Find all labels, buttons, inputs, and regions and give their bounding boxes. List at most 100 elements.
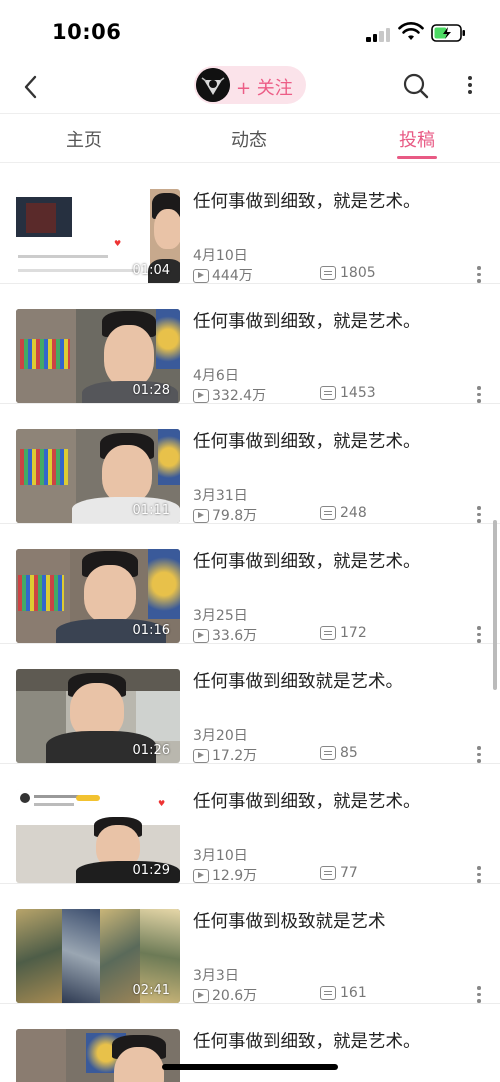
video-thumbnail[interactable]: 02:41 xyxy=(16,909,180,1003)
comment-icon xyxy=(320,266,336,280)
video-duration: 01:26 xyxy=(132,743,170,758)
video-item[interactable]: 01:11 任何事做到细致，就是艺术。 3月31日 79.8万 248 xyxy=(0,404,500,524)
kebab-icon[interactable] xyxy=(474,384,484,404)
comment-icon xyxy=(320,386,336,400)
tab-submissions[interactable]: 投稿 xyxy=(399,126,435,152)
play-count: 12.9万 xyxy=(193,865,257,885)
video-duration: 01:29 xyxy=(132,863,170,878)
video-item[interactable]: 01:26 任何事做到细致就是艺术。 3月20日 17.2万 85 xyxy=(0,644,500,764)
video-date: 3月25日 xyxy=(193,608,248,624)
video-title: 任何事做到细致就是艺术。 xyxy=(193,672,403,692)
nav-bar: + 关注 xyxy=(0,62,500,112)
video-title: 任何事做到细致，就是艺术。 xyxy=(193,1032,421,1052)
video-title: 任何事做到细致，就是艺术。 xyxy=(193,432,421,452)
comment-icon xyxy=(320,866,336,880)
status-bar: 10:06 xyxy=(0,0,500,62)
video-title: 任何事做到细致，就是艺术。 xyxy=(193,192,421,212)
play-count-icon xyxy=(193,869,209,883)
video-item[interactable]: 02:41 任何事做到极致就是艺术 3月3日 20.6万 161 xyxy=(0,884,500,1004)
comment-count-value: 248 xyxy=(340,505,367,521)
comment-icon xyxy=(320,626,336,640)
kebab-icon[interactable] xyxy=(474,624,484,644)
video-thumbnail[interactable]: 01:16 xyxy=(16,549,180,643)
video-date: 3月10日 xyxy=(193,848,248,864)
comment-count: 1453 xyxy=(320,385,376,401)
video-thumbnail[interactable] xyxy=(16,1029,180,1082)
video-date: 3月20日 xyxy=(193,728,248,744)
more-icon[interactable] xyxy=(458,70,482,100)
play-count-value: 444万 xyxy=(212,268,253,284)
video-title: 任何事做到极致就是艺术 xyxy=(193,912,386,932)
video-date: 3月31日 xyxy=(193,488,248,504)
video-date: 3月3日 xyxy=(193,968,239,984)
kebab-icon[interactable] xyxy=(474,744,484,764)
video-title: 任何事做到细致，就是艺术。 xyxy=(193,792,421,812)
video-list[interactable]: ♥ 01:04 任何事做到细致，就是艺术。 4月10日 444万 1805 01… xyxy=(0,164,500,1082)
wifi-icon xyxy=(398,22,424,40)
play-count-icon xyxy=(193,389,209,403)
home-indicator[interactable] xyxy=(162,1064,338,1070)
comment-count: 248 xyxy=(320,505,367,521)
back-icon[interactable] xyxy=(20,74,44,100)
comment-count: 172 xyxy=(320,625,367,641)
play-count-value: 79.8万 xyxy=(212,508,258,524)
search-icon[interactable] xyxy=(402,72,430,100)
video-thumbnail[interactable]: 01:11 xyxy=(16,429,180,523)
video-date: 4月10日 xyxy=(193,248,248,264)
follow-label: + 关注 xyxy=(236,78,293,99)
comment-count-value: 1453 xyxy=(340,385,376,401)
video-thumbnail[interactable]: ♥ 01:04 xyxy=(16,189,180,283)
play-count-value: 33.6万 xyxy=(212,628,258,644)
comment-count: 1805 xyxy=(320,265,376,281)
follow-button[interactable]: + 关注 xyxy=(194,66,306,104)
video-thumbnail[interactable]: 01:28 xyxy=(16,309,180,403)
kebab-icon[interactable] xyxy=(474,864,484,884)
battery-charging-icon xyxy=(431,24,465,42)
play-count-value: 17.2万 xyxy=(212,748,258,764)
play-count: 17.2万 xyxy=(193,745,257,765)
video-duration: 01:16 xyxy=(132,623,170,638)
comment-count-value: 161 xyxy=(340,985,367,1001)
play-count: 444万 xyxy=(193,265,253,285)
scrollbar[interactable] xyxy=(493,520,497,690)
play-count-icon xyxy=(193,989,209,1003)
play-count-icon xyxy=(193,749,209,763)
play-count: 332.4万 xyxy=(193,385,266,405)
play-count-icon xyxy=(193,509,209,523)
play-count-value: 12.9万 xyxy=(212,868,258,884)
video-duration: 01:04 xyxy=(132,263,170,278)
video-thumbnail[interactable]: 01:26 xyxy=(16,669,180,763)
kebab-icon[interactable] xyxy=(474,504,484,524)
video-item[interactable]: ♥ 01:29 任何事做到细致，就是艺术。 3月10日 12.9万 77 xyxy=(0,764,500,884)
comment-icon xyxy=(320,506,336,520)
video-duration: 01:28 xyxy=(132,383,170,398)
profile-tabs: 主页 动态 投稿 xyxy=(0,113,500,163)
comment-icon xyxy=(320,986,336,1000)
comment-count: 77 xyxy=(320,865,358,881)
play-count: 79.8万 xyxy=(193,505,257,525)
video-item[interactable]: 01:16 任何事做到细致，就是艺术。 3月25日 33.6万 172 xyxy=(0,524,500,644)
comment-icon xyxy=(320,746,336,760)
video-duration: 01:11 xyxy=(132,503,170,518)
comment-count-value: 172 xyxy=(340,625,367,641)
comment-count-value: 1805 xyxy=(340,265,376,281)
video-duration: 02:41 xyxy=(132,983,170,998)
kebab-icon[interactable] xyxy=(474,264,484,284)
signal-icon xyxy=(366,26,392,42)
video-title: 任何事做到细致，就是艺术。 xyxy=(193,312,421,332)
play-count: 33.6万 xyxy=(193,625,257,645)
video-title: 任何事做到细致，就是艺术。 xyxy=(193,552,421,572)
play-count: 20.6万 xyxy=(193,985,257,1005)
comment-count-value: 85 xyxy=(340,745,358,761)
video-thumbnail[interactable]: ♥ 01:29 xyxy=(16,789,180,883)
video-item[interactable]: ♥ 01:04 任何事做到细致，就是艺术。 4月10日 444万 1805 xyxy=(0,164,500,284)
video-item[interactable]: 任何事做到细致，就是艺术。 xyxy=(0,1004,500,1082)
avatar[interactable] xyxy=(196,68,230,102)
play-count-icon xyxy=(193,629,209,643)
kebab-icon[interactable] xyxy=(474,984,484,1004)
comment-count: 85 xyxy=(320,745,358,761)
comment-count: 161 xyxy=(320,985,367,1001)
tab-dynamics[interactable]: 动态 xyxy=(231,126,267,152)
tab-home[interactable]: 主页 xyxy=(66,126,102,152)
video-item[interactable]: 01:28 任何事做到细致，就是艺术。 4月6日 332.4万 1453 xyxy=(0,284,500,404)
